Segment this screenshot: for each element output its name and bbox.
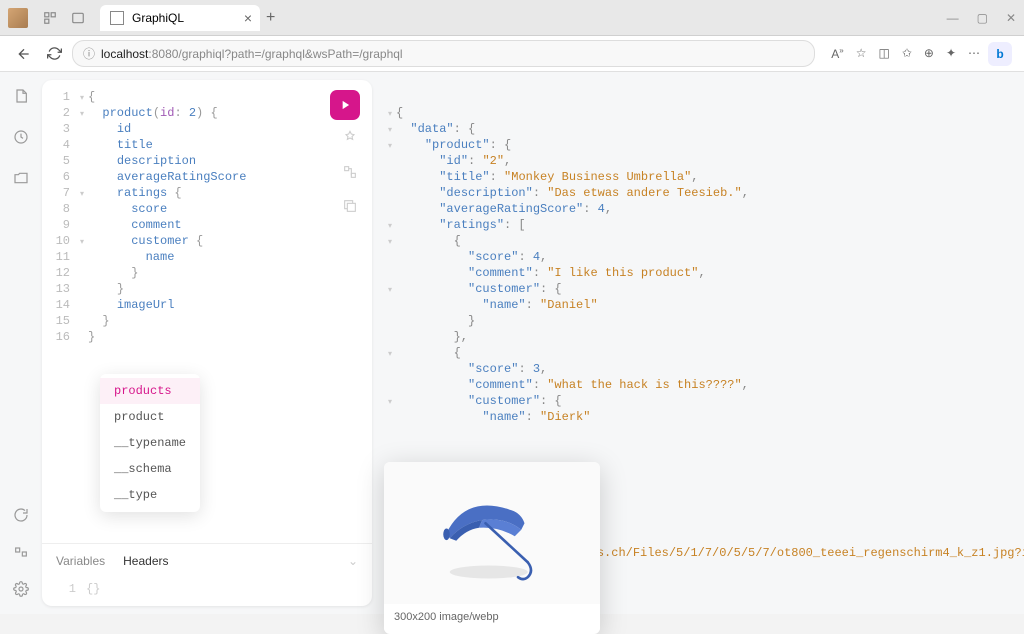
graphiql-app: 1▾{2▾ product(id: 2) {3 id4 title5 descr… <box>0 72 1024 614</box>
autocomplete-item[interactable]: __schema <box>100 456 200 482</box>
image-preview-popup: 300x200 image/webp <box>384 462 600 634</box>
favorite-icon[interactable]: ☆ <box>856 46 867 61</box>
address-bar[interactable]: ⓘ localhost :8080/graphiql?path=/graphql… <box>72 40 815 67</box>
collections-icon[interactable]: ⊕ <box>924 46 934 61</box>
browser-tab[interactable]: GraphiQL × <box>100 5 260 31</box>
minimize-icon[interactable]: — <box>947 11 959 25</box>
menu-icon[interactable]: ⋯ <box>968 46 980 61</box>
browser-urlbar: ⓘ localhost :8080/graphiql?path=/graphql… <box>0 36 1024 72</box>
query-editor-panel: 1▾{2▾ product(id: 2) {3 id4 title5 descr… <box>42 80 372 606</box>
docs-icon[interactable] <box>13 88 29 107</box>
back-button[interactable] <box>12 42 36 66</box>
tab-title: GraphiQL <box>132 11 184 25</box>
tab-favicon <box>110 11 124 25</box>
refresh-button[interactable] <box>42 42 66 66</box>
editor-toolbar <box>342 130 358 218</box>
merge-icon[interactable] <box>342 164 358 184</box>
url-path: :8080/graphiql?path=/graphql&wsPath=/gra… <box>148 47 402 61</box>
favorites-bar-icon[interactable]: ✩ <box>902 46 912 61</box>
tab-actions-icon[interactable] <box>70 10 86 26</box>
prettify-icon[interactable] <box>342 130 358 150</box>
profile-avatar[interactable] <box>8 8 28 28</box>
autocomplete-item[interactable]: products <box>100 378 200 404</box>
extensions-icon[interactable]: ✦ <box>946 46 956 61</box>
browser-toolbar-icons: A» ☆ ◫ ✩ ⊕ ✦ ⋯ <box>831 46 980 61</box>
autocomplete-item[interactable]: __type <box>100 482 200 508</box>
read-aloud-icon[interactable]: A» <box>831 46 843 61</box>
execute-button[interactable] <box>330 90 360 120</box>
shortcut-icon[interactable] <box>13 544 29 563</box>
preview-caption: 300x200 image/webp <box>384 604 600 630</box>
preview-image <box>384 462 600 604</box>
query-editor[interactable]: 1▾{2▾ product(id: 2) {3 id4 title5 descr… <box>42 80 372 543</box>
maximize-icon[interactable]: ▢ <box>977 11 988 25</box>
refetch-icon[interactable] <box>13 507 29 526</box>
settings-icon[interactable] <box>13 581 29 600</box>
split-screen-icon[interactable]: ◫ <box>878 46 889 61</box>
close-window-icon[interactable]: ✕ <box>1006 11 1016 25</box>
bing-button[interactable]: b <box>988 42 1012 66</box>
url-host: localhost <box>101 47 148 61</box>
history-icon[interactable] <box>13 129 29 148</box>
autocomplete-item[interactable]: product <box>100 404 200 430</box>
close-icon[interactable]: × <box>244 10 252 26</box>
editor-footer-tabs: Variables Headers ⌄ <box>42 543 372 578</box>
variables-tab[interactable]: Variables <box>56 554 105 568</box>
autocomplete-popup: productsproduct__typename__schema__type <box>100 374 200 512</box>
site-info-icon[interactable]: ⓘ <box>83 45 95 62</box>
headers-editor[interactable]: 1{} <box>42 578 372 606</box>
new-tab-button[interactable]: + <box>266 9 275 27</box>
autocomplete-item[interactable]: __typename <box>100 430 200 456</box>
window-controls: — ▢ ✕ <box>947 11 1016 25</box>
chevron-down-icon[interactable]: ⌄ <box>348 554 358 568</box>
browser-titlebar: GraphiQL × + — ▢ ✕ <box>0 0 1024 36</box>
headers-tab[interactable]: Headers <box>123 554 168 568</box>
graphiql-sidebar <box>0 72 42 614</box>
workspaces-icon[interactable] <box>42 10 58 26</box>
copy-icon[interactable] <box>342 198 358 218</box>
explorer-icon[interactable] <box>13 170 29 189</box>
